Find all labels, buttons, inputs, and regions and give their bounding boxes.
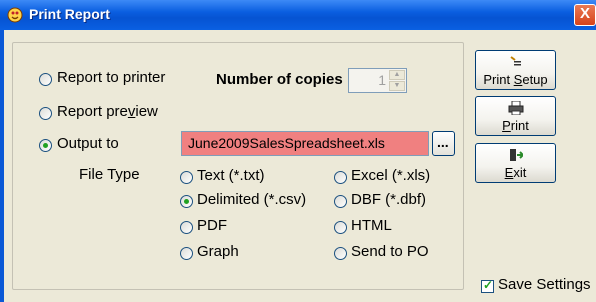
radio-html[interactable] bbox=[334, 221, 347, 234]
print-setup-label: Print Setup bbox=[476, 72, 555, 87]
dialog-body: Report to printer Number of copies 1 ▲ ▼… bbox=[4, 30, 596, 302]
label-report-preview[interactable]: Report preview bbox=[57, 103, 158, 120]
label-output-to[interactable]: Output to bbox=[57, 135, 119, 152]
label-delimited-csv[interactable]: Delimited (*.csv) bbox=[197, 191, 306, 208]
radio-graph[interactable] bbox=[180, 247, 193, 260]
label-pdf[interactable]: PDF bbox=[197, 217, 227, 234]
window-title: Print Report bbox=[29, 6, 110, 22]
spin-down-icon[interactable]: ▼ bbox=[389, 81, 405, 91]
close-button[interactable]: X bbox=[574, 4, 596, 26]
number-of-copies-label: Number of copies bbox=[216, 71, 343, 88]
save-settings-label[interactable]: Save Settings bbox=[498, 276, 591, 293]
title-bar[interactable]: Print Report X bbox=[0, 0, 596, 30]
label-html[interactable]: HTML bbox=[351, 217, 392, 234]
output-file-value: June2009SalesSpreadsheet.xls bbox=[188, 135, 385, 151]
spin-up-icon[interactable]: ▲ bbox=[389, 70, 405, 80]
print-button[interactable]: Print bbox=[475, 96, 556, 136]
preview-text-a: Report pre bbox=[57, 103, 128, 120]
output-file-field[interactable]: June2009SalesSpreadsheet.xls bbox=[181, 131, 429, 156]
copies-spinner[interactable]: 1 ▲ ▼ bbox=[348, 68, 407, 93]
exit-button[interactable]: Exit bbox=[475, 143, 556, 183]
print-hotkey: P bbox=[502, 118, 511, 133]
radio-report-preview[interactable] bbox=[39, 107, 52, 120]
label-text-txt[interactable]: Text (*.txt) bbox=[197, 167, 265, 184]
label-report-to-printer[interactable]: Report to printer bbox=[57, 69, 165, 86]
browse-button[interactable]: ... bbox=[432, 131, 455, 156]
save-settings-checkbox[interactable]: ✓ bbox=[481, 278, 494, 293]
exit-door-icon bbox=[476, 148, 555, 164]
label-excel-xls[interactable]: Excel (*.xls) bbox=[351, 167, 430, 184]
radio-excel-xls[interactable] bbox=[334, 171, 347, 184]
radio-dbf[interactable] bbox=[334, 195, 347, 208]
printer-icon bbox=[476, 100, 555, 117]
app-icon bbox=[7, 7, 23, 23]
print-text: rint bbox=[510, 118, 529, 133]
exit-text: xit bbox=[513, 165, 527, 180]
print-label: Print bbox=[476, 118, 555, 133]
spinner-buttons: ▲ ▼ bbox=[389, 70, 405, 91]
setup-text-b: etup bbox=[522, 72, 548, 87]
checkmark-icon: ✓ bbox=[483, 278, 494, 292]
label-dbf[interactable]: DBF (*.dbf) bbox=[351, 191, 426, 208]
copies-value: 1 bbox=[378, 72, 386, 88]
radio-delimited-csv[interactable] bbox=[180, 195, 193, 208]
radio-report-to-printer[interactable] bbox=[39, 73, 52, 86]
radio-pdf[interactable] bbox=[180, 221, 193, 234]
print-report-window: Print Report X Report to printer Number … bbox=[0, 0, 596, 302]
print-setup-icon bbox=[476, 55, 555, 71]
close-icon: X bbox=[580, 5, 591, 22]
browse-label: ... bbox=[437, 134, 449, 150]
radio-output-to[interactable] bbox=[39, 139, 52, 152]
label-send-to-po[interactable]: Send to PO bbox=[351, 243, 429, 260]
print-setup-button[interactable]: Print Setup bbox=[475, 50, 556, 90]
preview-text-b: iew bbox=[135, 103, 158, 120]
setup-text-a: Print bbox=[483, 72, 514, 87]
label-graph[interactable]: Graph bbox=[197, 243, 239, 260]
exit-label: Exit bbox=[476, 165, 555, 180]
file-type-label: File Type bbox=[79, 166, 140, 183]
radio-text-txt[interactable] bbox=[180, 171, 193, 184]
radio-send-to-po[interactable] bbox=[334, 247, 347, 260]
